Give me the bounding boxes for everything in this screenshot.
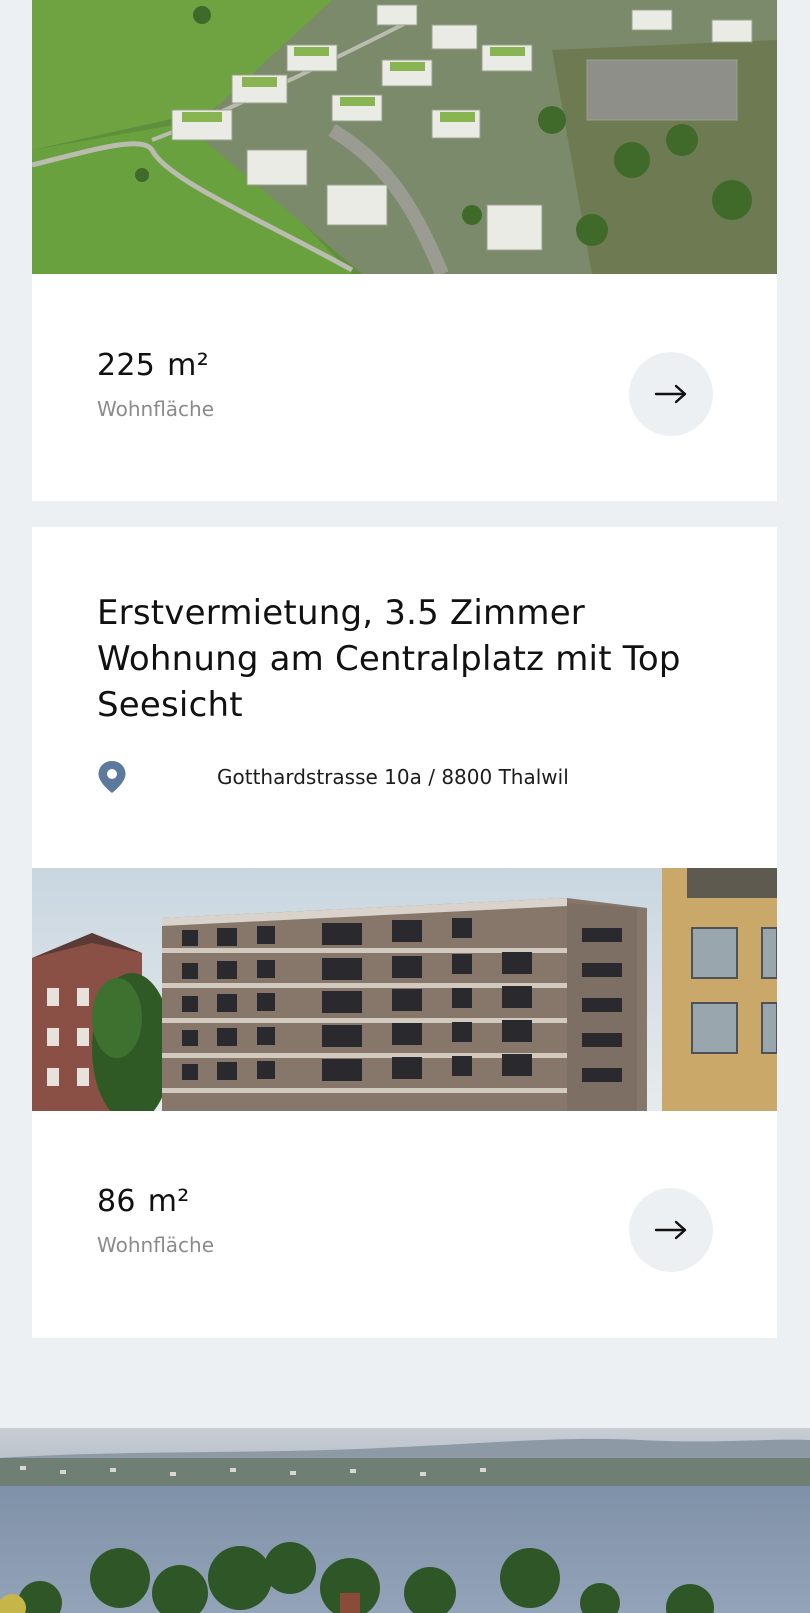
arrow-right-icon (654, 1220, 687, 1240)
aerial-housing-photo (32, 0, 777, 274)
address-row: Gotthardstrasse 10a / 8800 Thalwil (97, 760, 737, 794)
area-unit: m² (167, 348, 210, 383)
living-area: 86 m² Wohnfläche (97, 1187, 215, 1257)
living-area-label: Wohnfläche (97, 397, 215, 421)
listing-title[interactable]: Erstvermietung, 3.5 Zimmer Wohnung am Ce… (97, 590, 737, 728)
listing-photo[interactable] (32, 0, 777, 274)
lake-view-photo (0, 1428, 810, 1613)
address-text: Gotthardstrasse 10a / 8800 Thalwil (217, 765, 569, 789)
open-listing-button[interactable] (629, 1188, 713, 1272)
listing-photo[interactable] (32, 868, 777, 1111)
lake-view-hero-image (0, 1428, 810, 1613)
open-listing-button[interactable] (629, 352, 713, 436)
living-area-label: Wohnfläche (97, 1233, 215, 1257)
location-pin-icon (98, 761, 126, 793)
area-unit: m² (147, 1184, 190, 1219)
area-number: 225 (97, 348, 156, 383)
arrow-right-icon (654, 384, 687, 404)
apartment-building-photo (32, 868, 777, 1111)
living-area: 225 m² Wohnfläche (97, 351, 215, 421)
listing-card[interactable]: 225 m² Wohnfläche (32, 0, 777, 501)
living-area-value: 86 m² (97, 1187, 214, 1217)
area-number: 86 (97, 1184, 136, 1219)
listing-card[interactable]: Erstvermietung, 3.5 Zimmer Wohnung am Ce… (32, 527, 777, 1338)
living-area-value: 225 m² (97, 351, 214, 381)
